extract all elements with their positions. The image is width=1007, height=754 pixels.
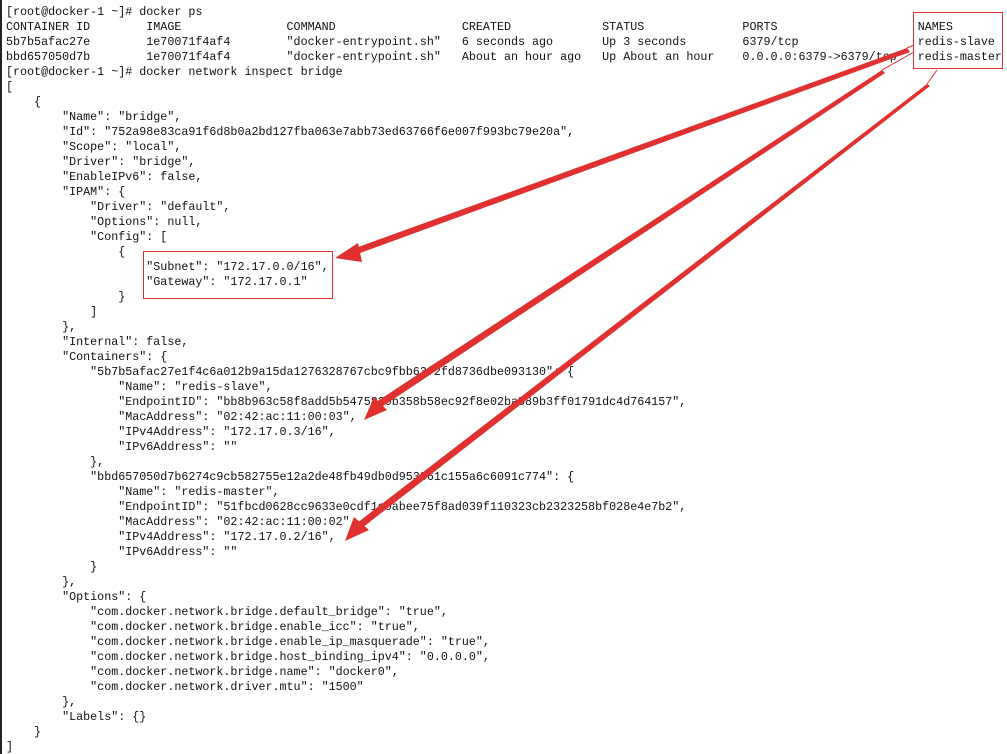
arrow-head-subnet <box>335 243 362 262</box>
annotation-arrows <box>335 44 938 541</box>
arrow-tail-subnet <box>906 44 915 49</box>
arrow-to-mac <box>376 70 885 408</box>
arrow-to-ipv4 <box>357 84 930 528</box>
terminal-window[interactable]: 172.17.0.1 blah blah blah blah blah blah… <box>0 0 1007 754</box>
arrow-tail-ipv4 <box>926 69 938 85</box>
arrow-to-subnet <box>350 48 910 256</box>
